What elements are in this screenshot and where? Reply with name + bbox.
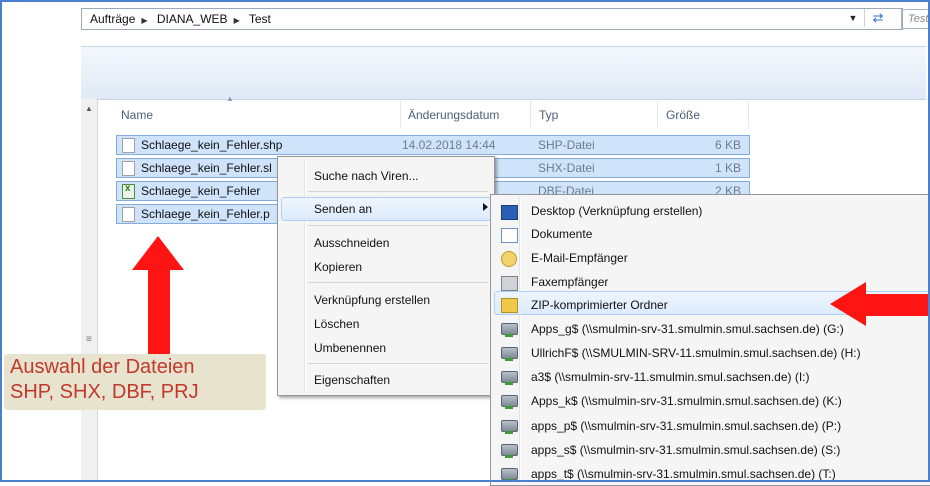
annotation-text-line1: Auswahl der Dateien <box>10 356 195 378</box>
annotation-arrow-up-icon <box>132 236 184 270</box>
navigation-pane-scrollbar[interactable]: ▲ ≡ <box>81 98 98 482</box>
network-drive-icon <box>501 420 518 434</box>
file-size: 6 KB <box>714 138 741 152</box>
scroll-up-icon[interactable]: ▲ <box>85 104 93 113</box>
file-row[interactable]: Schlaege_kein_Fehler.shp 14.02.2018 14:4… <box>116 135 750 155</box>
breadcrumb: Aufträge ▶ DIANA_WEB ▶ Test <box>90 12 277 26</box>
excel-file-icon <box>122 183 135 199</box>
send-to-drive-s[interactable]: apps_s$ (\\smulmin-srv-31.smulmin.smul.s… <box>531 443 840 457</box>
file-name: Schlaege_kein_Fehler.shp <box>141 138 283 152</box>
chevron-right-icon: ▶ <box>141 16 148 25</box>
send-to-drive-p[interactable]: apps_p$ (\\smulmin-srv-31.smulmin.smul.s… <box>531 419 841 433</box>
search-input[interactable]: Test <box>901 9 930 29</box>
submenu-arrow-icon <box>483 203 488 211</box>
column-divider[interactable] <box>657 101 658 127</box>
menu-highlight <box>281 197 491 221</box>
send-to-mail[interactable]: E-Mail-Empfänger <box>531 251 628 265</box>
menu-gutter <box>304 159 306 391</box>
documents-icon <box>501 228 518 243</box>
fax-icon <box>501 276 518 291</box>
file-name: Schlaege_kein_Fehler.sl <box>141 161 272 175</box>
column-divider[interactable] <box>530 101 531 127</box>
breadcrumb-item[interactable]: Test <box>249 12 271 26</box>
menu-item-send-to[interactable]: Senden an <box>314 202 372 216</box>
menu-gutter <box>519 197 521 483</box>
annotation-arrow-up-shaft <box>148 268 170 354</box>
file-date: 14.02.2018 14:44 <box>402 138 496 152</box>
chevron-down-icon[interactable]: ▼ <box>845 9 861 27</box>
column-header-type[interactable]: Typ <box>539 108 558 122</box>
chevron-right-icon: ▶ <box>233 16 240 25</box>
file-icon <box>122 138 135 153</box>
mail-icon <box>501 251 517 267</box>
network-drive-icon <box>501 468 518 482</box>
menu-separator <box>308 225 488 226</box>
sort-ascending-icon: ▲ <box>226 94 234 103</box>
menu-separator <box>308 191 488 192</box>
network-drive-icon <box>501 347 518 361</box>
column-header-size[interactable]: Größe <box>666 108 700 122</box>
annotation-arrow-left-shaft <box>864 294 928 316</box>
send-to-drive-g[interactable]: Apps_g$ (\\smulmin-srv-31.smulmin.smul.s… <box>531 322 844 336</box>
column-divider[interactable] <box>400 101 401 127</box>
file-size: 1 KB <box>714 161 741 175</box>
annotation-text-line2: SHP, SHX, DBF, PRJ <box>10 381 199 403</box>
menu-separator <box>308 363 488 364</box>
send-to-desktop[interactable]: Desktop (Verknüpfung erstellen) <box>531 204 702 218</box>
column-header-name[interactable]: Name <box>121 108 153 122</box>
file-icon <box>122 161 135 176</box>
send-to-drive-t[interactable]: apps_t$ (\\smulmin-srv-31.smulmin.smul.s… <box>531 467 836 481</box>
network-drive-icon <box>501 444 518 458</box>
command-toolbar <box>81 46 926 100</box>
column-divider[interactable] <box>748 101 749 127</box>
menu-item-copy[interactable]: Kopieren <box>314 260 362 274</box>
desktop-icon <box>501 205 518 220</box>
file-name: Schlaege_kein_Fehler.p <box>141 207 270 221</box>
breadcrumb-item[interactable]: DIANA_WEB <box>157 12 228 26</box>
network-drive-icon <box>501 323 518 337</box>
context-menu: Suche nach Viren... Senden an Ausschneid… <box>277 156 495 396</box>
send-to-submenu: Desktop (Verknüpfung erstellen) Dokument… <box>490 194 930 486</box>
menu-item-cut[interactable]: Ausschneiden <box>314 236 389 250</box>
refresh-icon[interactable]: ⇄ <box>864 9 891 27</box>
file-type: SHP-Datei <box>538 138 595 152</box>
menu-item-create-shortcut[interactable]: Verknüpfung erstellen <box>314 293 430 307</box>
menu-item-properties[interactable]: Eigenschaften <box>314 373 390 387</box>
file-icon <box>122 207 135 222</box>
annotation-arrow-left-icon <box>830 282 866 326</box>
zip-folder-icon <box>501 298 518 313</box>
file-type: SHX-Datei <box>538 161 595 175</box>
menu-item-rename[interactable]: Umbenennen <box>314 341 386 355</box>
file-name: Schlaege_kein_Fehler <box>141 184 261 198</box>
send-to-fax[interactable]: Faxempfänger <box>531 275 608 289</box>
send-to-documents[interactable]: Dokumente <box>531 227 592 241</box>
menu-item-delete[interactable]: Löschen <box>314 317 359 331</box>
breadcrumb-item[interactable]: Aufträge <box>90 12 135 26</box>
send-to-zip[interactable]: ZIP-komprimierter Ordner <box>531 298 668 312</box>
network-drive-icon <box>501 371 518 385</box>
grip-icon[interactable]: ≡ <box>86 334 92 345</box>
column-header-date[interactable]: Änderungsdatum <box>408 108 499 122</box>
send-to-drive-k[interactable]: Apps_k$ (\\smulmin-srv-31.smulmin.smul.s… <box>531 394 842 408</box>
send-to-drive-h[interactable]: UllrichF$ (\\SMULMIN-SRV-11.smulmin.smul… <box>531 346 861 360</box>
menu-separator <box>308 282 488 283</box>
network-drive-icon <box>501 395 518 409</box>
menu-item-scan-virus[interactable]: Suche nach Viren... <box>314 169 419 183</box>
send-to-drive-i[interactable]: a3$ (\\smulmin-srv-11.smulmin.smul.sachs… <box>531 370 810 384</box>
